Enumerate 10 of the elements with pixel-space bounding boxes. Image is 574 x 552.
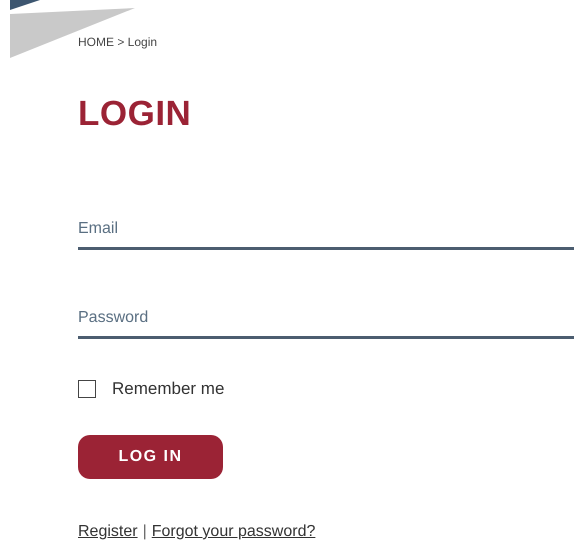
breadcrumb: HOME > Login <box>78 34 158 50</box>
separator: | <box>142 523 147 541</box>
checkbox-label: Remember me <box>112 379 224 399</box>
link[interactable]: Register <box>78 523 138 541</box>
page-title: LOGIN <box>78 94 192 134</box>
link[interactable]: Forgot your password? <box>152 523 316 541</box>
checkbox[interactable] <box>78 380 96 398</box>
input-field[interactable]: Email <box>78 220 574 250</box>
login-button[interactable]: LOG IN <box>78 435 223 479</box>
input-field[interactable]: Password <box>78 309 574 339</box>
